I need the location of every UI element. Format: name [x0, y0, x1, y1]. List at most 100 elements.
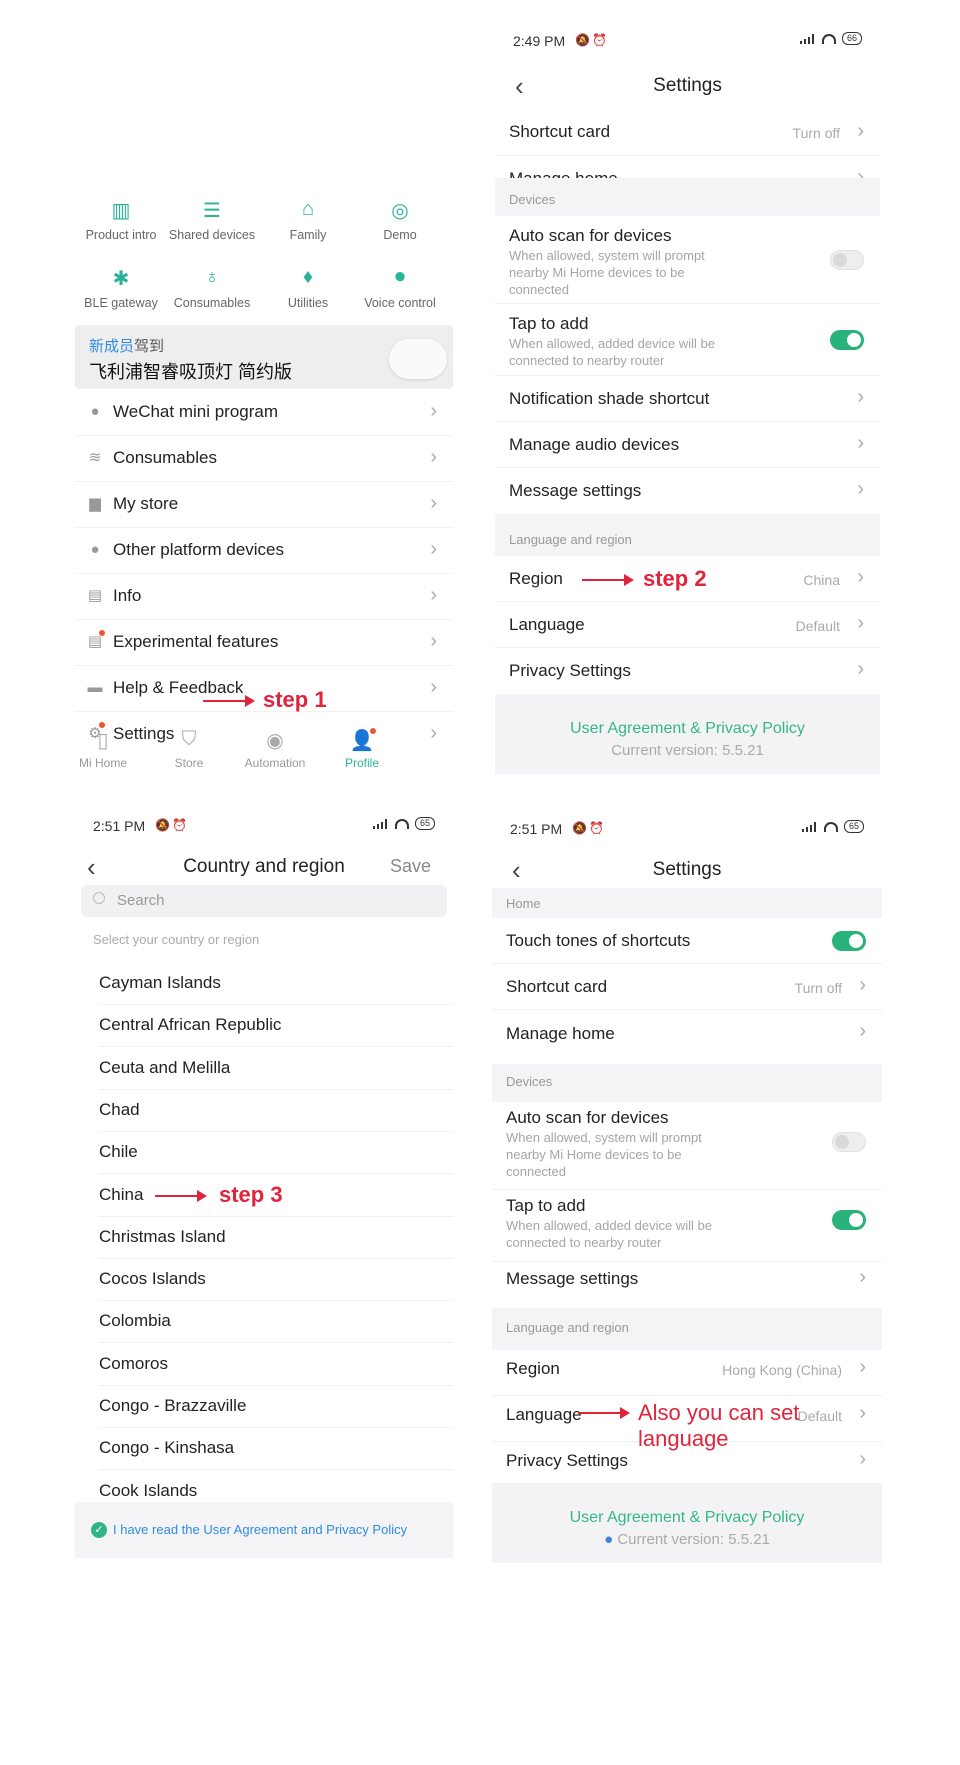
row-privacy-settings[interactable]: Privacy Settings ›	[492, 1442, 882, 1488]
auto-scan-toggle[interactable]	[832, 1132, 866, 1152]
banner-title: 飞利浦智睿吸顶灯 简约版	[89, 362, 292, 382]
grid-ble-gateway[interactable]: ✱ BLE gateway	[76, 266, 166, 310]
nav-bar: ‹ Settings	[495, 65, 880, 109]
step-arrow	[203, 695, 255, 707]
row-region[interactable]: Region Hong Kong (China) ›	[492, 1350, 882, 1396]
user-agreement-link[interactable]: User Agreement & Privacy Policy	[495, 720, 880, 738]
chevron-right-icon: ›	[430, 630, 437, 652]
tap-to-add-toggle[interactable]	[832, 1210, 866, 1230]
menu-wechat-mini-program[interactable]: ● WeChat mini program ›	[75, 390, 453, 436]
country-item[interactable]: Central African Republic	[75, 1005, 453, 1048]
hint-text: Select your country or region	[93, 932, 260, 947]
country-item[interactable]: Ceuta and Melilla	[75, 1048, 453, 1090]
grid-product-intro[interactable]: ▥ Product intro	[76, 198, 166, 242]
row-message-settings[interactable]: Message settings ›	[492, 1262, 882, 1308]
row-manage-audio[interactable]: Manage audio devices ›	[495, 422, 880, 468]
country-region-screen: 2:51 PM 🔕 ⏰ 65 ‹ Country and region Save…	[75, 810, 453, 1760]
signal-icon	[801, 821, 818, 832]
more-icon: ●	[90, 541, 100, 558]
tab-store[interactable]: ⛉ Store	[149, 728, 229, 770]
version-text: Current version: 5.5.21	[611, 742, 764, 759]
grid-family[interactable]: ⌂ Family	[263, 198, 353, 242]
row-shortcut-card[interactable]: Shortcut card Turn off ›	[492, 964, 882, 1010]
menu-experimental-features[interactable]: ▤ Experimental features ›	[75, 620, 453, 666]
grid-demo[interactable]: ◎ Demo	[355, 198, 445, 242]
page-title: Settings	[653, 75, 722, 96]
row-tap-to-add[interactable]: Tap to add When allowed, added device wi…	[495, 304, 880, 376]
auto-scan-toggle[interactable]	[830, 250, 864, 270]
tab-profile[interactable]: 👤 Profile	[322, 728, 402, 770]
country-item[interactable]: Cocos Islands	[75, 1259, 453, 1302]
country-name: Cayman Islands	[99, 973, 221, 992]
wifi-icon	[823, 821, 838, 832]
footer-agreement: User Agreement & Privacy Policy Current …	[495, 694, 880, 774]
country-item[interactable]: Chad	[75, 1090, 453, 1132]
page-title: Settings	[652, 859, 722, 880]
signal-icon	[799, 33, 816, 44]
country-item[interactable]: Colombia	[75, 1301, 453, 1344]
chevron-right-icon: ›	[430, 676, 437, 698]
chevron-right-icon: ›	[857, 432, 864, 454]
status-bar: 2:51 PM 🔕 ⏰ 65	[75, 810, 453, 840]
country-name: Central African Republic	[99, 1015, 282, 1035]
menu-my-store[interactable]: ▆ My store ›	[75, 482, 453, 528]
section-devices: Devices	[492, 1064, 882, 1102]
tab-automation[interactable]: ◉ Automation	[235, 728, 315, 770]
save-button[interactable]: Save	[390, 856, 431, 877]
row-shortcut-card[interactable]: Shortcut card Turn off ›	[495, 110, 880, 156]
tab-mi-home[interactable]: ▯ Mi Home	[75, 728, 143, 770]
section-home: Home	[492, 888, 882, 918]
demo-icon: ◎	[391, 200, 409, 222]
chevron-right-icon: ›	[857, 566, 864, 588]
step-3-label: step 3	[219, 1182, 283, 1207]
country-item[interactable]: Congo - Kinshasa	[75, 1428, 453, 1471]
version-text: Current version: 5.5.21	[617, 1531, 770, 1548]
status-bar: 2:51 PM 🔕 ⏰ 65	[492, 813, 882, 843]
mic-icon: ⏺	[395, 266, 405, 288]
globe-icon: ●	[604, 1531, 614, 1548]
drop-icon: ♦	[302, 266, 314, 288]
menu-other-platform-devices[interactable]: ● Other platform devices ›	[75, 528, 453, 574]
country-item[interactable]: Comoros	[75, 1344, 453, 1386]
grid-utilities[interactable]: ♦ Utilities	[263, 266, 353, 310]
grid-voice-control[interactable]: ⏺ Voice control	[355, 266, 445, 310]
chevron-right-icon: ›	[430, 584, 437, 606]
country-item[interactable]: Cayman Islands	[75, 963, 453, 1005]
country-item[interactable]: Congo - Brazzaville	[75, 1386, 453, 1428]
chevron-right-icon: ›	[857, 658, 864, 680]
row-manage-home[interactable]: Manage home ›	[492, 1010, 882, 1056]
agreement-bar[interactable]: ✓ I have read the User Agreement and Pri…	[75, 1502, 453, 1558]
row-tap-to-add[interactable]: Tap to add When allowed, added device wi…	[492, 1190, 882, 1262]
touch-tones-toggle[interactable]	[832, 931, 866, 951]
row-message-settings[interactable]: Message settings ›	[495, 468, 880, 514]
row-auto-scan[interactable]: Auto scan for devices When allowed, syst…	[492, 1102, 882, 1190]
menu-consumables[interactable]: ≋ Consumables ›	[75, 436, 453, 482]
tap-to-add-toggle[interactable]	[830, 330, 864, 350]
mute-icon: 🔕	[155, 818, 170, 832]
row-notification-shade[interactable]: Notification shade shortcut ›	[495, 376, 880, 422]
grid-shared-devices[interactable]: ☰ Shared devices	[167, 198, 257, 242]
banner-rest: 驾到	[134, 338, 165, 355]
step-1-label: step 1	[263, 687, 327, 712]
user-agreement-link[interactable]: User Agreement & Privacy Policy	[492, 1509, 882, 1527]
country-name: Congo - Kinshasa	[99, 1438, 235, 1458]
banner-highlight: 新成员	[89, 338, 135, 355]
chevron-right-icon: ›	[430, 492, 437, 514]
chevron-right-icon: ›	[859, 1020, 866, 1042]
country-item[interactable]: Christmas Island	[75, 1217, 453, 1259]
chevron-right-icon: ›	[430, 400, 437, 422]
row-language[interactable]: Language Default ›	[495, 602, 880, 648]
promo-banner[interactable]: 新成员驾到 飞利浦智睿吸顶灯 简约版	[75, 325, 453, 389]
menu-info[interactable]: ▤ Info ›	[75, 574, 453, 620]
row-touch-tones[interactable]: Touch tones of shortcuts	[492, 918, 882, 964]
search-input[interactable]: Search	[81, 885, 447, 917]
row-privacy-settings[interactable]: Privacy Settings ›	[495, 648, 880, 694]
country-name: Ceuta and Melilla	[99, 1057, 231, 1077]
row-auto-scan[interactable]: Auto scan for devices When allowed, syst…	[495, 216, 880, 304]
alarm-icon: ⏰	[172, 818, 187, 832]
chevron-right-icon: ›	[859, 1356, 866, 1378]
section-language-region: Language and region	[492, 1308, 882, 1350]
grid-consumables[interactable]: ♁ Consumables	[167, 266, 257, 310]
checkbox-checked-icon[interactable]: ✓	[91, 1522, 107, 1538]
country-item[interactable]: Chile	[75, 1132, 453, 1175]
